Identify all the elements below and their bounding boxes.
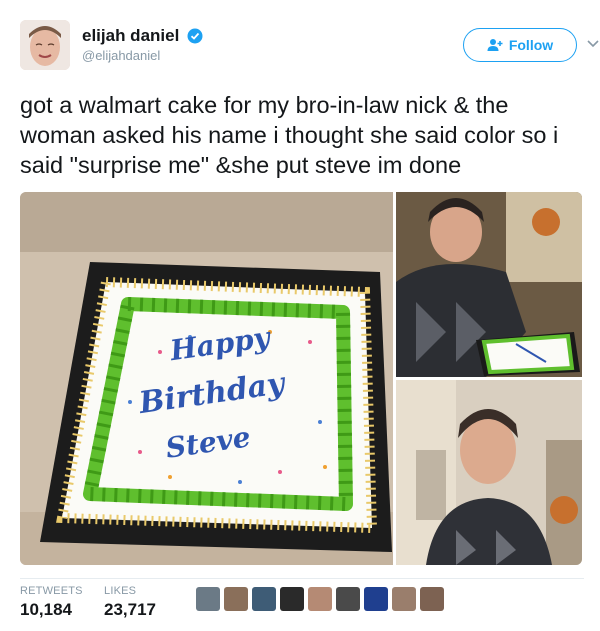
liker-avatars <box>196 587 444 611</box>
display-name[interactable]: elijah daniel <box>82 26 179 46</box>
likes-label: LIKES <box>104 585 137 597</box>
photo-cake[interactable]: Happy Birthday Steve <box>20 192 393 565</box>
liker-avatar[interactable] <box>280 587 304 611</box>
verified-badge-icon <box>187 28 203 44</box>
avatar[interactable] <box>20 20 70 70</box>
liker-avatar[interactable] <box>364 587 388 611</box>
nick-portrait-image <box>396 380 582 565</box>
liker-avatar[interactable] <box>196 587 220 611</box>
tweet-text: got a walmart cake for my bro-in-law nic… <box>20 92 559 178</box>
tweet-header: elijah daniel @elijahdaniel Follow <box>20 18 599 74</box>
retweets-stat[interactable]: RETWEETS 10,184 <box>20 585 83 620</box>
retweets-label: RETWEETS <box>20 585 83 597</box>
photo-nick-portrait[interactable] <box>396 380 582 565</box>
liker-avatar[interactable] <box>336 587 360 611</box>
liker-avatar[interactable] <box>392 587 416 611</box>
avatar-image <box>20 20 70 70</box>
tweet-stats: RETWEETS 10,184 LIKES 23,717 <box>20 578 584 622</box>
nick-cake-photo-image <box>396 192 582 377</box>
likes-stat[interactable]: LIKES 23,717 <box>104 585 156 620</box>
follow-button[interactable]: Follow <box>463 28 577 62</box>
liker-avatar[interactable] <box>224 587 248 611</box>
liker-avatar[interactable] <box>308 587 332 611</box>
photo-nick-with-cake[interactable] <box>396 192 582 377</box>
liker-avatar[interactable] <box>252 587 276 611</box>
retweets-count: 10,184 <box>20 600 72 619</box>
likes-count: 23,717 <box>104 600 156 619</box>
chevron-down-icon[interactable] <box>586 38 600 50</box>
add-user-icon <box>487 39 503 51</box>
user-info: elijah daniel @elijahdaniel <box>82 26 203 63</box>
user-handle[interactable]: @elijahdaniel <box>82 48 203 63</box>
follow-button-label: Follow <box>508 37 554 53</box>
tweet-media: Happy Birthday Steve <box>20 192 582 565</box>
liker-avatar[interactable] <box>420 587 444 611</box>
cake-photo-image: Happy Birthday Steve <box>20 192 393 565</box>
